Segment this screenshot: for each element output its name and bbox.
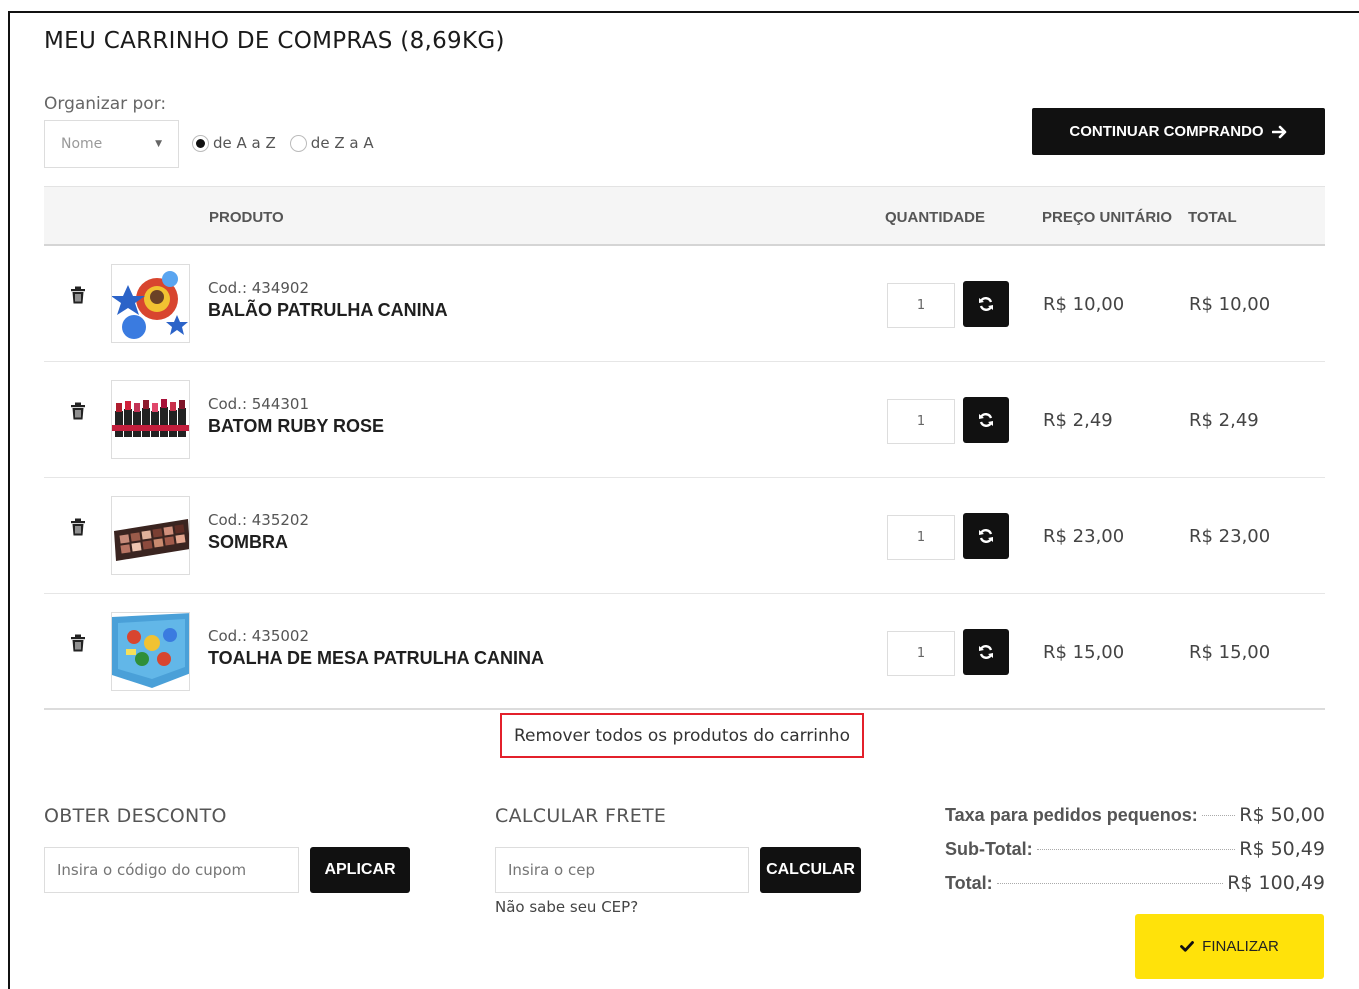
- table-row: Cod.: 544301 BATOM RUBY ROSE R$ 2,49 R$ …: [44, 362, 1325, 478]
- continue-shopping-button[interactable]: CONTINUAR COMPRANDO: [1032, 108, 1325, 155]
- page-title: MEU CARRINHO DE COMPRAS (8,69KG): [44, 28, 505, 54]
- sort-label: Organizar por:: [44, 94, 167, 114]
- sort-radio-a-z-label: de A a Z: [213, 134, 276, 152]
- row-total: R$ 23,00: [1189, 526, 1271, 547]
- product-name[interactable]: SOMBRA: [208, 532, 288, 553]
- quantity-input[interactable]: [887, 515, 955, 560]
- total-value: R$ 100,49: [1227, 872, 1325, 894]
- subtotal-value: R$ 50,49: [1239, 838, 1325, 860]
- product-name[interactable]: TOALHA DE MESA PATRULHA CANINA: [208, 648, 544, 669]
- sort-select-value: Nome: [61, 136, 103, 152]
- update-quantity-button[interactable]: [963, 397, 1009, 443]
- quantity-input[interactable]: [887, 283, 955, 328]
- arrow-right-icon: [1271, 125, 1286, 138]
- trash-icon[interactable]: [70, 634, 86, 652]
- coupon-input[interactable]: [44, 847, 299, 893]
- eyeshadow-image: [111, 496, 190, 575]
- apply-coupon-button[interactable]: APLICAR: [310, 847, 410, 893]
- refresh-icon: [979, 529, 993, 543]
- refresh-icon: [979, 297, 993, 311]
- update-quantity-button[interactable]: [963, 629, 1009, 675]
- cart-table-header: PRODUTO QUANTIDADE PREÇO UNITÁRIO TOTAL: [44, 186, 1325, 246]
- small-order-fee-row: Taxa para pedidos pequenos: R$ 50,00: [945, 804, 1325, 838]
- remove-all-products-link[interactable]: Remover todos os produtos do carrinho: [500, 713, 864, 758]
- refresh-icon: [979, 413, 993, 427]
- header-product: PRODUTO: [209, 209, 284, 226]
- refresh-icon: [979, 645, 993, 659]
- discount-title: OBTER DESCONTO: [44, 805, 227, 827]
- unit-price: R$ 15,00: [1043, 642, 1125, 663]
- total-label: Total:: [945, 873, 993, 893]
- finish-order-label: FINALIZAR: [1202, 938, 1279, 955]
- unit-price: R$ 2,49: [1043, 410, 1113, 431]
- small-order-fee-value: R$ 50,00: [1239, 804, 1325, 826]
- radio-checked-icon: [192, 134, 209, 152]
- subtotal-row: Sub-Total: R$ 50,49: [945, 838, 1325, 872]
- product-code: Cod.: 435202: [208, 511, 310, 529]
- update-quantity-button[interactable]: [963, 281, 1009, 327]
- continue-shopping-label: CONTINUAR COMPRANDO: [1069, 123, 1264, 140]
- header-unit-price: PREÇO UNITÁRIO: [1042, 209, 1173, 226]
- product-name[interactable]: BALÃO PATRULHA CANINA: [208, 300, 448, 321]
- trash-icon[interactable]: [70, 518, 86, 536]
- unit-price: R$ 23,00: [1043, 526, 1125, 547]
- calculate-shipping-button[interactable]: CALCULAR: [760, 847, 861, 893]
- sort-radio-z-a-label: de Z a A: [310, 134, 374, 152]
- balloon-image: [111, 264, 190, 343]
- dotted-leader: [996, 883, 1224, 884]
- row-total: R$ 10,00: [1189, 294, 1271, 315]
- product-code: Cod.: 434902: [208, 279, 310, 297]
- table-row: Cod.: 435202 SOMBRA R$ 23,00 R$ 23,00: [44, 478, 1325, 594]
- shipping-title: CALCULAR FRETE: [495, 805, 667, 827]
- sort-order-group: de A a Z de Z a A: [192, 134, 374, 152]
- update-quantity-button[interactable]: [963, 513, 1009, 559]
- sort-radio-z-a[interactable]: de Z a A: [289, 134, 374, 152]
- cep-input[interactable]: [495, 847, 749, 893]
- order-summary: Taxa para pedidos pequenos: R$ 50,00 Sub…: [945, 804, 1325, 906]
- row-total: R$ 15,00: [1189, 642, 1271, 663]
- product-code: Cod.: 544301: [208, 395, 310, 413]
- trash-icon[interactable]: [70, 286, 86, 304]
- check-icon: [1180, 941, 1195, 952]
- chevron-down-icon: ▼: [155, 139, 162, 149]
- remove-all-label: Remover todos os produtos do carrinho: [514, 725, 850, 746]
- cep-help-link[interactable]: Não sabe seu CEP?: [495, 898, 638, 916]
- product-name[interactable]: BATOM RUBY ROSE: [208, 416, 384, 437]
- table-row: Cod.: 435002 TOALHA DE MESA PATRULHA CAN…: [44, 594, 1325, 710]
- quantity-input[interactable]: [887, 631, 955, 676]
- product-code: Cod.: 435002: [208, 627, 310, 645]
- dotted-leader: [1201, 815, 1236, 816]
- quantity-input[interactable]: [887, 399, 955, 444]
- subtotal-label: Sub-Total:: [945, 839, 1033, 859]
- table-row: Cod.: 434902 BALÃO PATRULHA CANINA R$ 10…: [44, 246, 1325, 362]
- header-quantity: QUANTIDADE: [885, 209, 985, 226]
- sort-radio-a-z[interactable]: de A a Z: [192, 134, 276, 152]
- radio-unchecked-icon: [289, 134, 307, 152]
- finish-order-button[interactable]: FINALIZAR: [1135, 914, 1324, 979]
- small-order-fee-label: Taxa para pedidos pequenos:: [945, 805, 1198, 825]
- row-total: R$ 2,49: [1189, 410, 1259, 431]
- sort-select[interactable]: Nome ▼: [44, 120, 179, 168]
- dotted-leader: [1036, 849, 1236, 850]
- header-total: TOTAL: [1188, 209, 1237, 226]
- tablecloth-image: [111, 612, 190, 691]
- unit-price: R$ 10,00: [1043, 294, 1125, 315]
- total-row: Total: R$ 100,49: [945, 872, 1325, 906]
- lipstick-image: [111, 380, 190, 459]
- trash-icon[interactable]: [70, 402, 86, 420]
